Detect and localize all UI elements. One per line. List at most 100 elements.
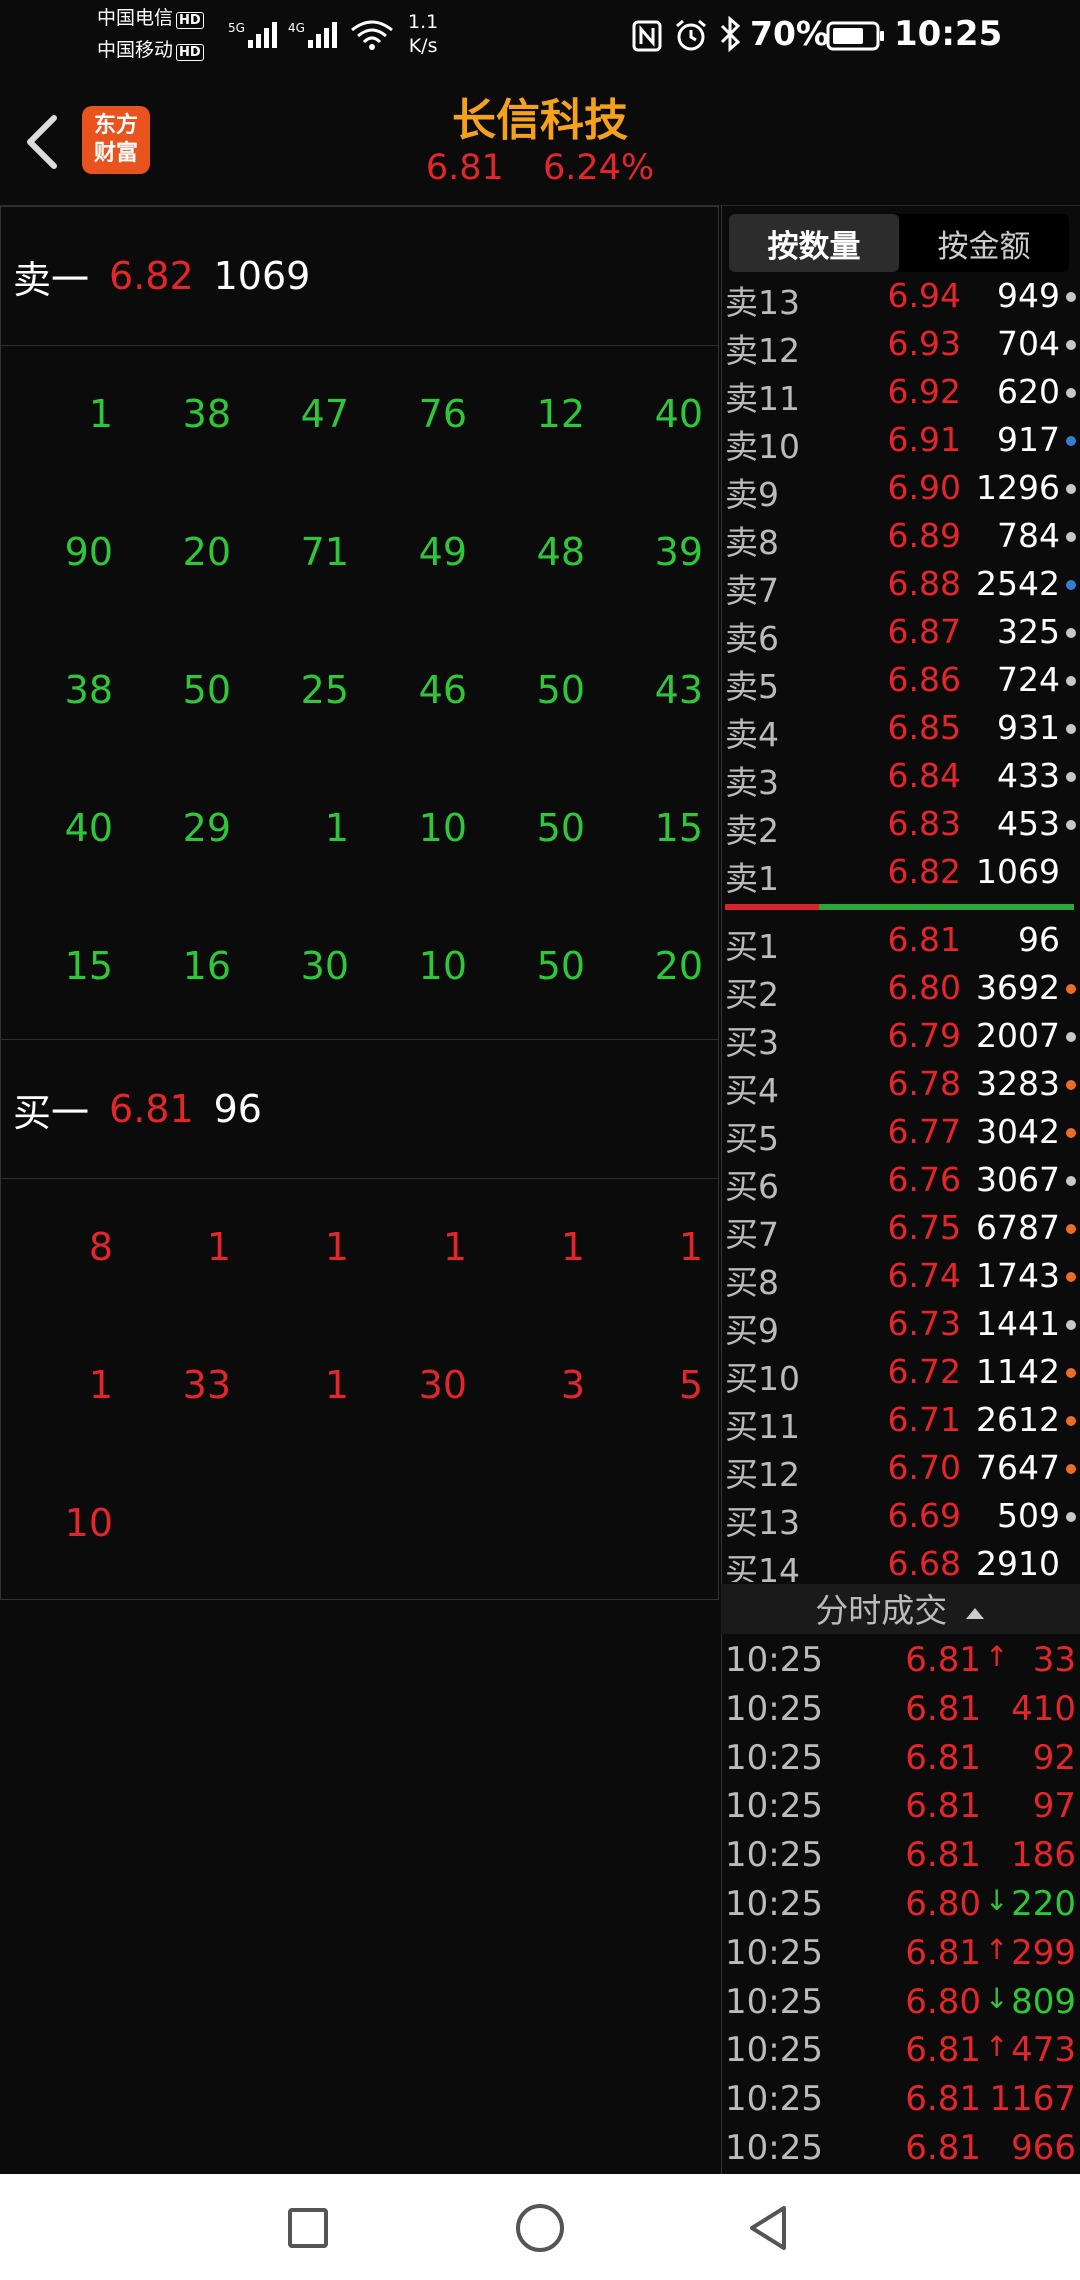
queue-order-size: 29 — [182, 806, 231, 850]
arrow-up-icon: ↑ — [985, 1640, 1009, 1673]
queue-order-size: 8 — [88, 1225, 113, 1269]
wifi-icon — [351, 20, 393, 50]
level-label: 买14 — [725, 1551, 800, 1582]
bid-row[interactable]: 买5 6.77 3042 — [721, 1108, 1080, 1158]
level-price: 6.83 — [887, 804, 961, 843]
level-price: 6.73 — [887, 1304, 961, 1343]
stock-price: 6.81 — [425, 148, 504, 188]
queue-order-size: 1 — [88, 1363, 113, 1407]
buy-one-row[interactable]: 买一 6.81 96 — [1, 1040, 718, 1178]
ask-row[interactable]: 卖6 6.87 325 — [721, 608, 1080, 658]
queue-order-size: 15 — [654, 806, 703, 850]
level-label: 卖8 — [725, 523, 779, 562]
back-triangle-icon[interactable] — [740, 2200, 796, 2256]
indicator-dot — [1066, 1032, 1076, 1042]
level-volume: 620 — [997, 372, 1060, 411]
level-price: 6.71 — [887, 1400, 961, 1439]
level-label: 卖11 — [725, 379, 800, 418]
sell-one-volume: 1069 — [213, 254, 311, 298]
ask-row[interactable]: 卖2 6.83 453 — [721, 800, 1080, 850]
bid-row[interactable]: 买6 6.76 3067 — [721, 1156, 1080, 1206]
bid-row[interactable]: 买7 6.75 6787 — [721, 1204, 1080, 1254]
tick-volume: 809 — [1011, 1981, 1076, 2022]
speed-unit: K/s — [408, 35, 438, 57]
level-price: 6.88 — [887, 564, 961, 603]
recents-square-icon[interactable] — [280, 2200, 336, 2256]
tick-price: 6.80 — [905, 1884, 981, 1924]
tab-by-quantity[interactable]: 按数量 — [729, 214, 899, 272]
tick-row: 10:25 6.81 ↑ 33 — [721, 1636, 1080, 1685]
ask-row[interactable]: 卖10 6.91 917 — [721, 416, 1080, 466]
level-price: 6.80 — [887, 968, 961, 1007]
queue-order-size: 76 — [418, 392, 467, 436]
tick-time: 10:25 — [725, 1640, 823, 1680]
buy-queue-grid: 8 1 1 1 1 1 1 33 1 30 3 5 10 — [1, 1179, 718, 1599]
level-price: 6.78 — [887, 1064, 961, 1103]
sell-one-price: 6.82 — [109, 254, 194, 298]
tick-price: 6.81 — [905, 2030, 981, 2071]
arrow-up-icon: ↑ — [985, 1932, 1009, 1966]
bid-row[interactable]: 买1 6.81 96 — [721, 916, 1080, 966]
ask-row[interactable]: 卖3 6.84 433 — [721, 752, 1080, 802]
level-price: 6.85 — [887, 708, 961, 747]
bid-row[interactable]: 买11 6.71 2612 — [721, 1396, 1080, 1446]
indicator-dot — [1066, 1464, 1076, 1474]
level-volume: 3283 — [976, 1064, 1060, 1103]
ask-row[interactable]: 卖11 6.92 620 — [721, 368, 1080, 418]
buy-ratio-bar — [819, 904, 1074, 910]
bid-row[interactable]: 买14 6.68 2910 — [721, 1540, 1080, 1582]
tick-price: 6.81 — [905, 1737, 981, 1778]
queue-order-size: 1 — [442, 1225, 467, 1269]
level-label: 买8 — [725, 1263, 779, 1302]
level-label: 卖9 — [725, 475, 779, 514]
battery-icon — [826, 21, 884, 51]
ticks-header[interactable]: 分时成交 — [721, 1584, 1080, 1634]
indicator-dot — [1066, 1368, 1076, 1378]
tab-by-amount[interactable]: 按金额 — [899, 214, 1069, 272]
queue-order-size: 10 — [64, 1501, 113, 1545]
tick-row: 10:25 6.81 97 — [721, 1782, 1080, 1831]
ask-row[interactable]: 卖9 6.90 1296 — [721, 464, 1080, 514]
ask-row[interactable]: 卖12 6.93 704 — [721, 320, 1080, 370]
tick-row: 10:25 6.81 92 — [721, 1734, 1080, 1783]
level-label: 卖2 — [725, 811, 779, 850]
ask-row[interactable]: 卖7 6.88 2542 — [721, 560, 1080, 610]
bid-row[interactable]: 买13 6.69 509 — [721, 1492, 1080, 1542]
level-price: 6.89 — [887, 516, 961, 555]
indicator-dot — [1066, 1128, 1076, 1138]
indicator-dot — [1066, 1224, 1076, 1234]
queue-order-size: 1 — [88, 392, 113, 436]
bid-row[interactable]: 买12 6.70 7647 — [721, 1444, 1080, 1494]
ask-row[interactable]: 卖5 6.86 724 — [721, 656, 1080, 706]
bid-row[interactable]: 买3 6.79 2007 — [721, 1012, 1080, 1062]
indicator-dot — [1066, 1080, 1076, 1090]
bid-row[interactable]: 买2 6.80 3692 — [721, 964, 1080, 1014]
home-circle-icon[interactable] — [512, 2200, 568, 2256]
stock-change-pct: 6.24% — [542, 148, 655, 188]
level-volume: 704 — [997, 324, 1060, 363]
tick-row: 10:25 6.81 ↑ 473 — [721, 2026, 1080, 2075]
queue-order-size: 30 — [418, 1363, 467, 1407]
level-price: 6.86 — [887, 660, 961, 699]
bid-row[interactable]: 买10 6.72 1142 — [721, 1348, 1080, 1398]
queue-order-size: 50 — [536, 806, 585, 850]
stock-header: 东方 财富 长信科技 6.81 6.24% — [0, 70, 1080, 206]
level-price: 6.92 — [887, 372, 961, 411]
queue-order-size: 5 — [678, 1363, 703, 1407]
level-volume: 7647 — [976, 1448, 1060, 1487]
queue-order-size: 49 — [418, 530, 467, 574]
bid-row[interactable]: 买4 6.78 3283 — [721, 1060, 1080, 1110]
tick-row: 10:25 6.81 966 — [721, 2124, 1080, 2173]
bid-row[interactable]: 买8 6.74 1743 — [721, 1252, 1080, 1302]
level-price: 6.93 — [887, 324, 961, 363]
sell-one-row[interactable]: 卖一 6.82 1069 — [1, 207, 718, 345]
queue-order-size: 25 — [300, 668, 349, 712]
bid-row[interactable]: 买9 6.73 1441 — [721, 1300, 1080, 1350]
level-label: 卖6 — [725, 619, 779, 658]
ask-row[interactable]: 卖13 6.94 949 — [721, 272, 1080, 322]
ask-row[interactable]: 卖1 6.82 1069 — [721, 848, 1080, 898]
ask-row[interactable]: 卖8 6.89 784 — [721, 512, 1080, 562]
level-label: 卖5 — [725, 667, 779, 706]
ask-row[interactable]: 卖4 6.85 931 — [721, 704, 1080, 754]
level-volume: 509 — [997, 1496, 1060, 1535]
